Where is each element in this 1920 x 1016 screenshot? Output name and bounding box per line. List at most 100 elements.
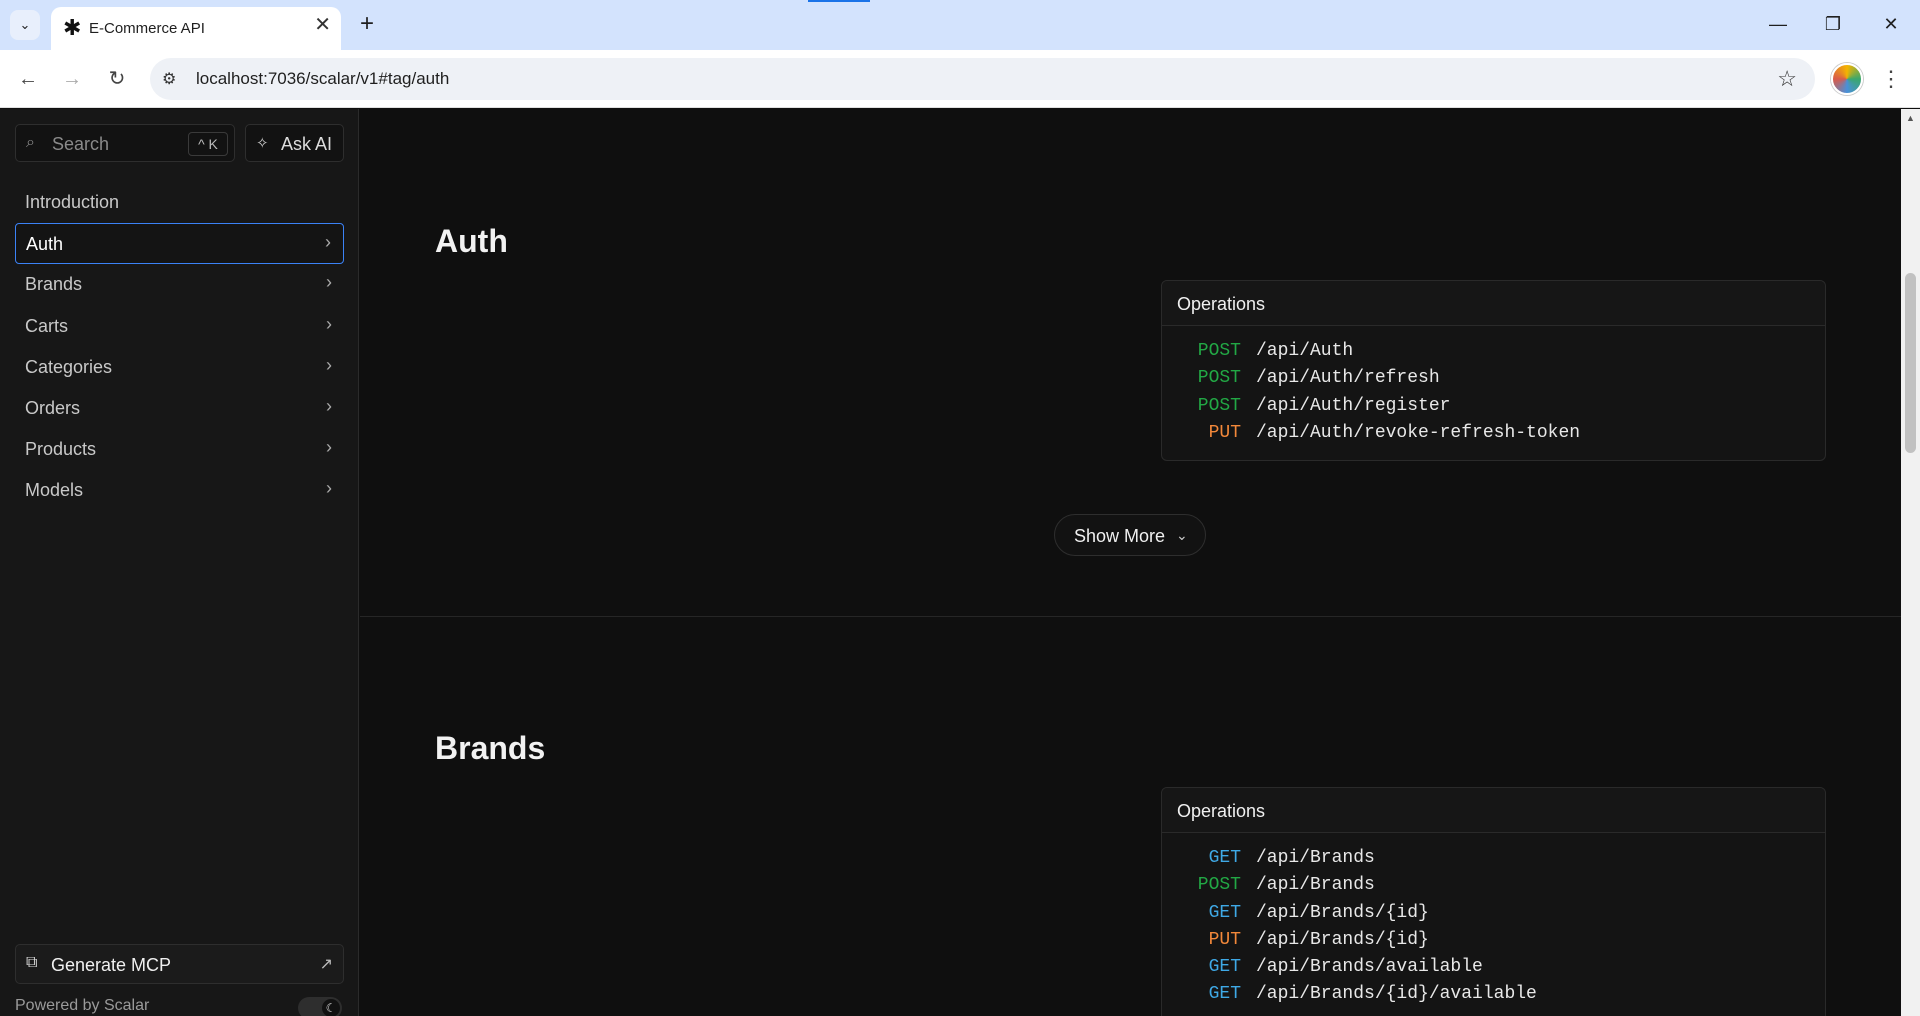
sidebar-item-label: Introduction: [25, 192, 120, 212]
http-method-badge: POST: [1197, 368, 1241, 389]
operation-path: /api/Brands: [1256, 875, 1375, 896]
close-icon[interactable]: ✕: [314, 15, 331, 35]
operations-list: GET/api/Brands POST/api/Brands GET/api/Bra…: [1162, 833, 1825, 1016]
operation-path: /api/Brands/{id}/available: [1256, 984, 1537, 1005]
browser-tab-strip: ⌄ ✱ E-Commerce API ✕ + — ❐ ✕: [0, 0, 1920, 50]
http-method-badge: GET: [1208, 848, 1241, 868]
operation-row[interactable]: GET/api/Brands/{id}: [1162, 903, 1825, 930]
http-method-badge: GET: [1208, 902, 1241, 923]
http-method-badge: POST: [1197, 395, 1241, 416]
ask-ai-button[interactable]: ✧ Ask AI: [245, 124, 344, 162]
operation-path: /api/Brands/{id}: [1256, 929, 1429, 950]
browser-toolbar: ← → ↻ ⚙ localhost:7036/scalar/v1#tag/aut…: [0, 50, 1920, 108]
sidebar-item-orders[interactable]: Orders ›: [15, 388, 344, 429]
browser-tab[interactable]: ✱ E-Commerce API ✕: [51, 7, 341, 50]
sidebar-item-carts[interactable]: Carts ›: [15, 306, 344, 347]
window-close-button[interactable]: ✕: [1871, 10, 1911, 40]
theme-toggle[interactable]: ☾: [298, 997, 342, 1016]
operation-path: /api/Brands/available: [1256, 957, 1483, 978]
operations-title: Operations: [1177, 801, 1266, 821]
operation-row[interactable]: PUT/api/Auth/revoke-refresh-token: [1162, 423, 1825, 450]
operations-header: Operations: [1162, 788, 1825, 833]
chevron-right-icon[interactable]: ›: [326, 355, 332, 376]
operation-path: /api/Auth/revoke-refresh-token: [1256, 422, 1581, 443]
tab-title: E-Commerce API: [89, 20, 205, 37]
sidebar-item-label: Carts: [25, 315, 69, 336]
sidebar-item-models[interactable]: Models ›: [15, 470, 344, 511]
address-bar[interactable]: ⚙ localhost:7036/scalar/v1#tag/auth ☆: [150, 58, 1815, 100]
external-arrow-icon: ↗: [319, 956, 333, 973]
chevron-down-icon: ⌄: [1176, 527, 1188, 543]
sidebar: ⌕ Search ^ K ✧ Ask AI Introduction Auth › B…: [0, 109, 359, 1016]
operations-header: Operations: [1162, 281, 1825, 326]
forward-arrow-icon[interactable]: →: [56, 63, 88, 95]
tab-strip-indicator: [808, 0, 870, 2]
section-title-auth: Auth: [435, 223, 508, 259]
back-arrow-icon[interactable]: ←: [12, 63, 44, 95]
mcp-icon: ⧉: [26, 954, 38, 971]
powered-by-text[interactable]: Powered by Scalar: [15, 997, 149, 1015]
url-text[interactable]: localhost:7036/scalar/v1#tag/auth: [196, 69, 449, 89]
sidebar-item-introduction[interactable]: Introduction: [15, 182, 344, 223]
chevron-right-icon[interactable]: ›: [326, 314, 332, 335]
sidebar-nav: Introduction Auth › Brands › Carts › Categories…: [15, 182, 344, 512]
section-title-brands: Brands: [435, 730, 546, 766]
sidebar-item-auth[interactable]: Auth ›: [15, 223, 344, 265]
search-shortcut-badge: ^ K: [188, 132, 228, 156]
sidebar-item-label: Products: [25, 439, 97, 460]
page-scrollbar[interactable]: ▲: [1901, 109, 1920, 1016]
operation-path: /api/Auth/register: [1256, 395, 1451, 416]
operation-row[interactable]: POST/api/Brands: [1162, 875, 1825, 902]
show-more-button[interactable]: Show More ⌄: [1054, 514, 1206, 556]
sidebar-item-brands[interactable]: Brands ›: [15, 264, 344, 305]
chevron-right-icon[interactable]: ›: [326, 396, 332, 417]
operation-row[interactable]: POST/api/Auth/register: [1162, 396, 1825, 423]
site-settings-icon[interactable]: ⚙: [162, 69, 176, 89]
sidebar-item-label: Auth: [26, 234, 64, 255]
operation-row[interactable]: GET/api/Brands/available: [1162, 957, 1825, 984]
http-method-badge: PUT: [1208, 422, 1241, 443]
chevron-right-icon[interactable]: ›: [325, 232, 331, 253]
sidebar-item-products[interactable]: Products ›: [15, 429, 344, 470]
restore-button[interactable]: ❐: [1813, 10, 1853, 40]
operation-path: /api/Brands: [1256, 848, 1375, 868]
http-method-badge: PUT: [1208, 929, 1241, 950]
sidebar-item-label: Categories: [25, 356, 113, 377]
search-input[interactable]: ⌕ Search ^ K: [15, 124, 235, 162]
operation-row[interactable]: POST/api/Auth/refresh: [1162, 368, 1825, 395]
operation-path: /api/Brands/{id}: [1256, 902, 1429, 923]
moon-icon: ☾: [322, 999, 340, 1016]
operations-card-brands: Operations GET/api/Brands POST/api/Brands…: [1161, 787, 1826, 1016]
operations-list: POST/api/Auth POST/api/Auth/refresh POST/a…: [1162, 326, 1825, 460]
tab-list-button[interactable]: ⌄: [10, 10, 40, 40]
more-vert-icon[interactable]: ⋮: [1880, 63, 1902, 95]
http-method-badge: GET: [1208, 957, 1241, 978]
search-placeholder: Search: [52, 134, 110, 154]
operation-row[interactable]: PUT/api/Brands/{id}: [1162, 930, 1825, 957]
star-icon[interactable]: ☆: [1777, 66, 1797, 92]
main-content: Auth Operations POST/api/Auth POST/api/Au…: [360, 109, 1901, 1016]
chevron-right-icon[interactable]: ›: [326, 272, 332, 293]
http-method-badge: GET: [1208, 984, 1241, 1005]
profile-avatar[interactable]: [1831, 63, 1863, 95]
minimize-button[interactable]: —: [1758, 10, 1798, 40]
chevron-right-icon[interactable]: ›: [326, 437, 332, 458]
new-tab-button[interactable]: +: [352, 10, 382, 40]
ask-ai-label: Ask AI: [281, 134, 333, 154]
operation-row[interactable]: GET/api/Brands: [1162, 848, 1825, 875]
chevron-right-icon[interactable]: ›: [326, 478, 332, 499]
http-method-badge: POST: [1197, 875, 1241, 896]
operation-row[interactable]: GET/api/Brands/{id}/available: [1162, 984, 1825, 1011]
sidebar-item-categories[interactable]: Categories ›: [15, 347, 344, 388]
reload-icon[interactable]: ↻: [101, 63, 133, 95]
search-icon: ⌕: [26, 134, 35, 151]
operation-path: /api/Auth/refresh: [1256, 368, 1440, 389]
scroll-thumb[interactable]: [1905, 273, 1916, 453]
operations-card-auth: Operations POST/api/Auth POST/api/Auth/re…: [1161, 280, 1826, 462]
generate-mcp-label: Generate MCP: [51, 955, 172, 975]
generate-mcp-button[interactable]: ⧉ Generate MCP ↗: [15, 944, 344, 984]
scroll-up-arrow-icon[interactable]: ▲: [1906, 113, 1915, 123]
section-divider: [360, 616, 1901, 617]
operations-title: Operations: [1177, 294, 1266, 314]
operation-row[interactable]: POST/api/Auth: [1162, 341, 1825, 368]
